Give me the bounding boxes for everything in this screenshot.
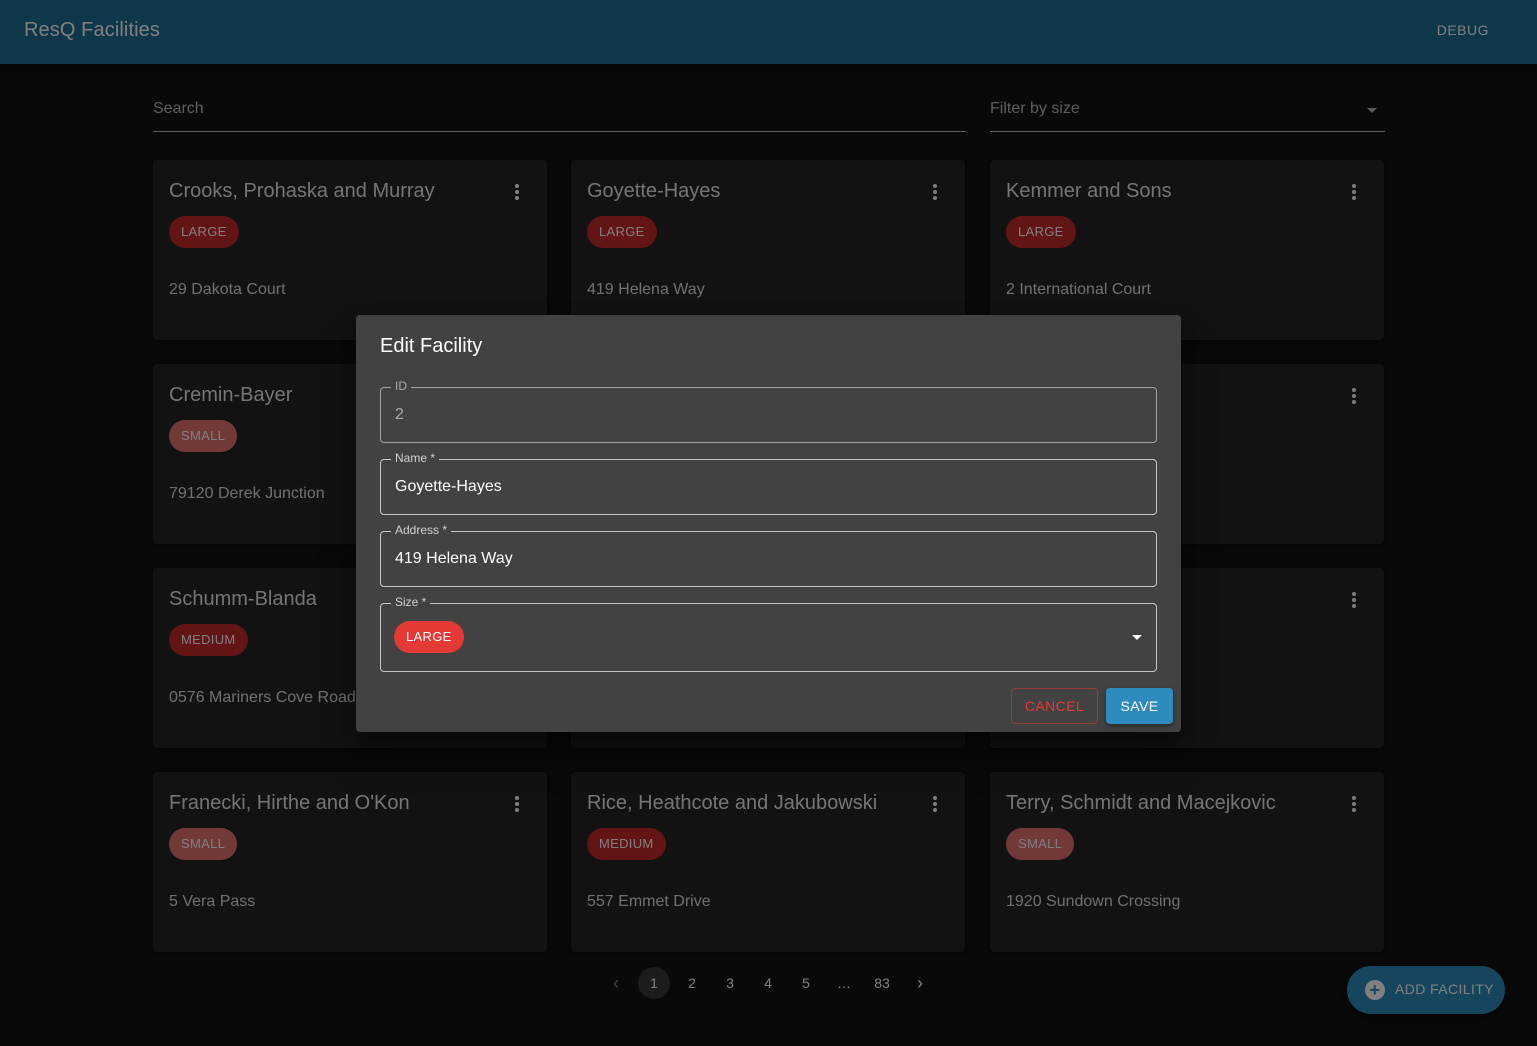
name-field-value[interactable]: Goyette-Hayes bbox=[395, 478, 502, 496]
id-field-label: ID bbox=[391, 379, 411, 393]
cancel-button[interactable]: CANCEL bbox=[1011, 688, 1098, 724]
id-field-value: 2 bbox=[395, 406, 404, 423]
name-field-label: Name * bbox=[391, 451, 440, 465]
edit-facility-dialog: Edit Facility ID 2 Name * Goyette-Hayes … bbox=[356, 315, 1181, 732]
address-field-label: Address * bbox=[391, 523, 452, 537]
name-field[interactable]: Name * Goyette-Hayes bbox=[380, 451, 1157, 515]
save-button[interactable]: SAVE bbox=[1106, 688, 1173, 724]
size-selected-chip: LARGE bbox=[394, 621, 464, 653]
size-field-label: Size * bbox=[391, 595, 431, 609]
address-field-value[interactable]: 419 Helena Way bbox=[395, 550, 513, 568]
dialog-title: Edit Facility bbox=[380, 335, 483, 357]
dropdown-arrow-icon[interactable] bbox=[1132, 635, 1142, 640]
size-select[interactable]: Size * LARGE bbox=[380, 595, 1157, 672]
address-field[interactable]: Address * 419 Helena Way bbox=[380, 523, 1157, 587]
id-field: ID 2 bbox=[380, 379, 1157, 443]
